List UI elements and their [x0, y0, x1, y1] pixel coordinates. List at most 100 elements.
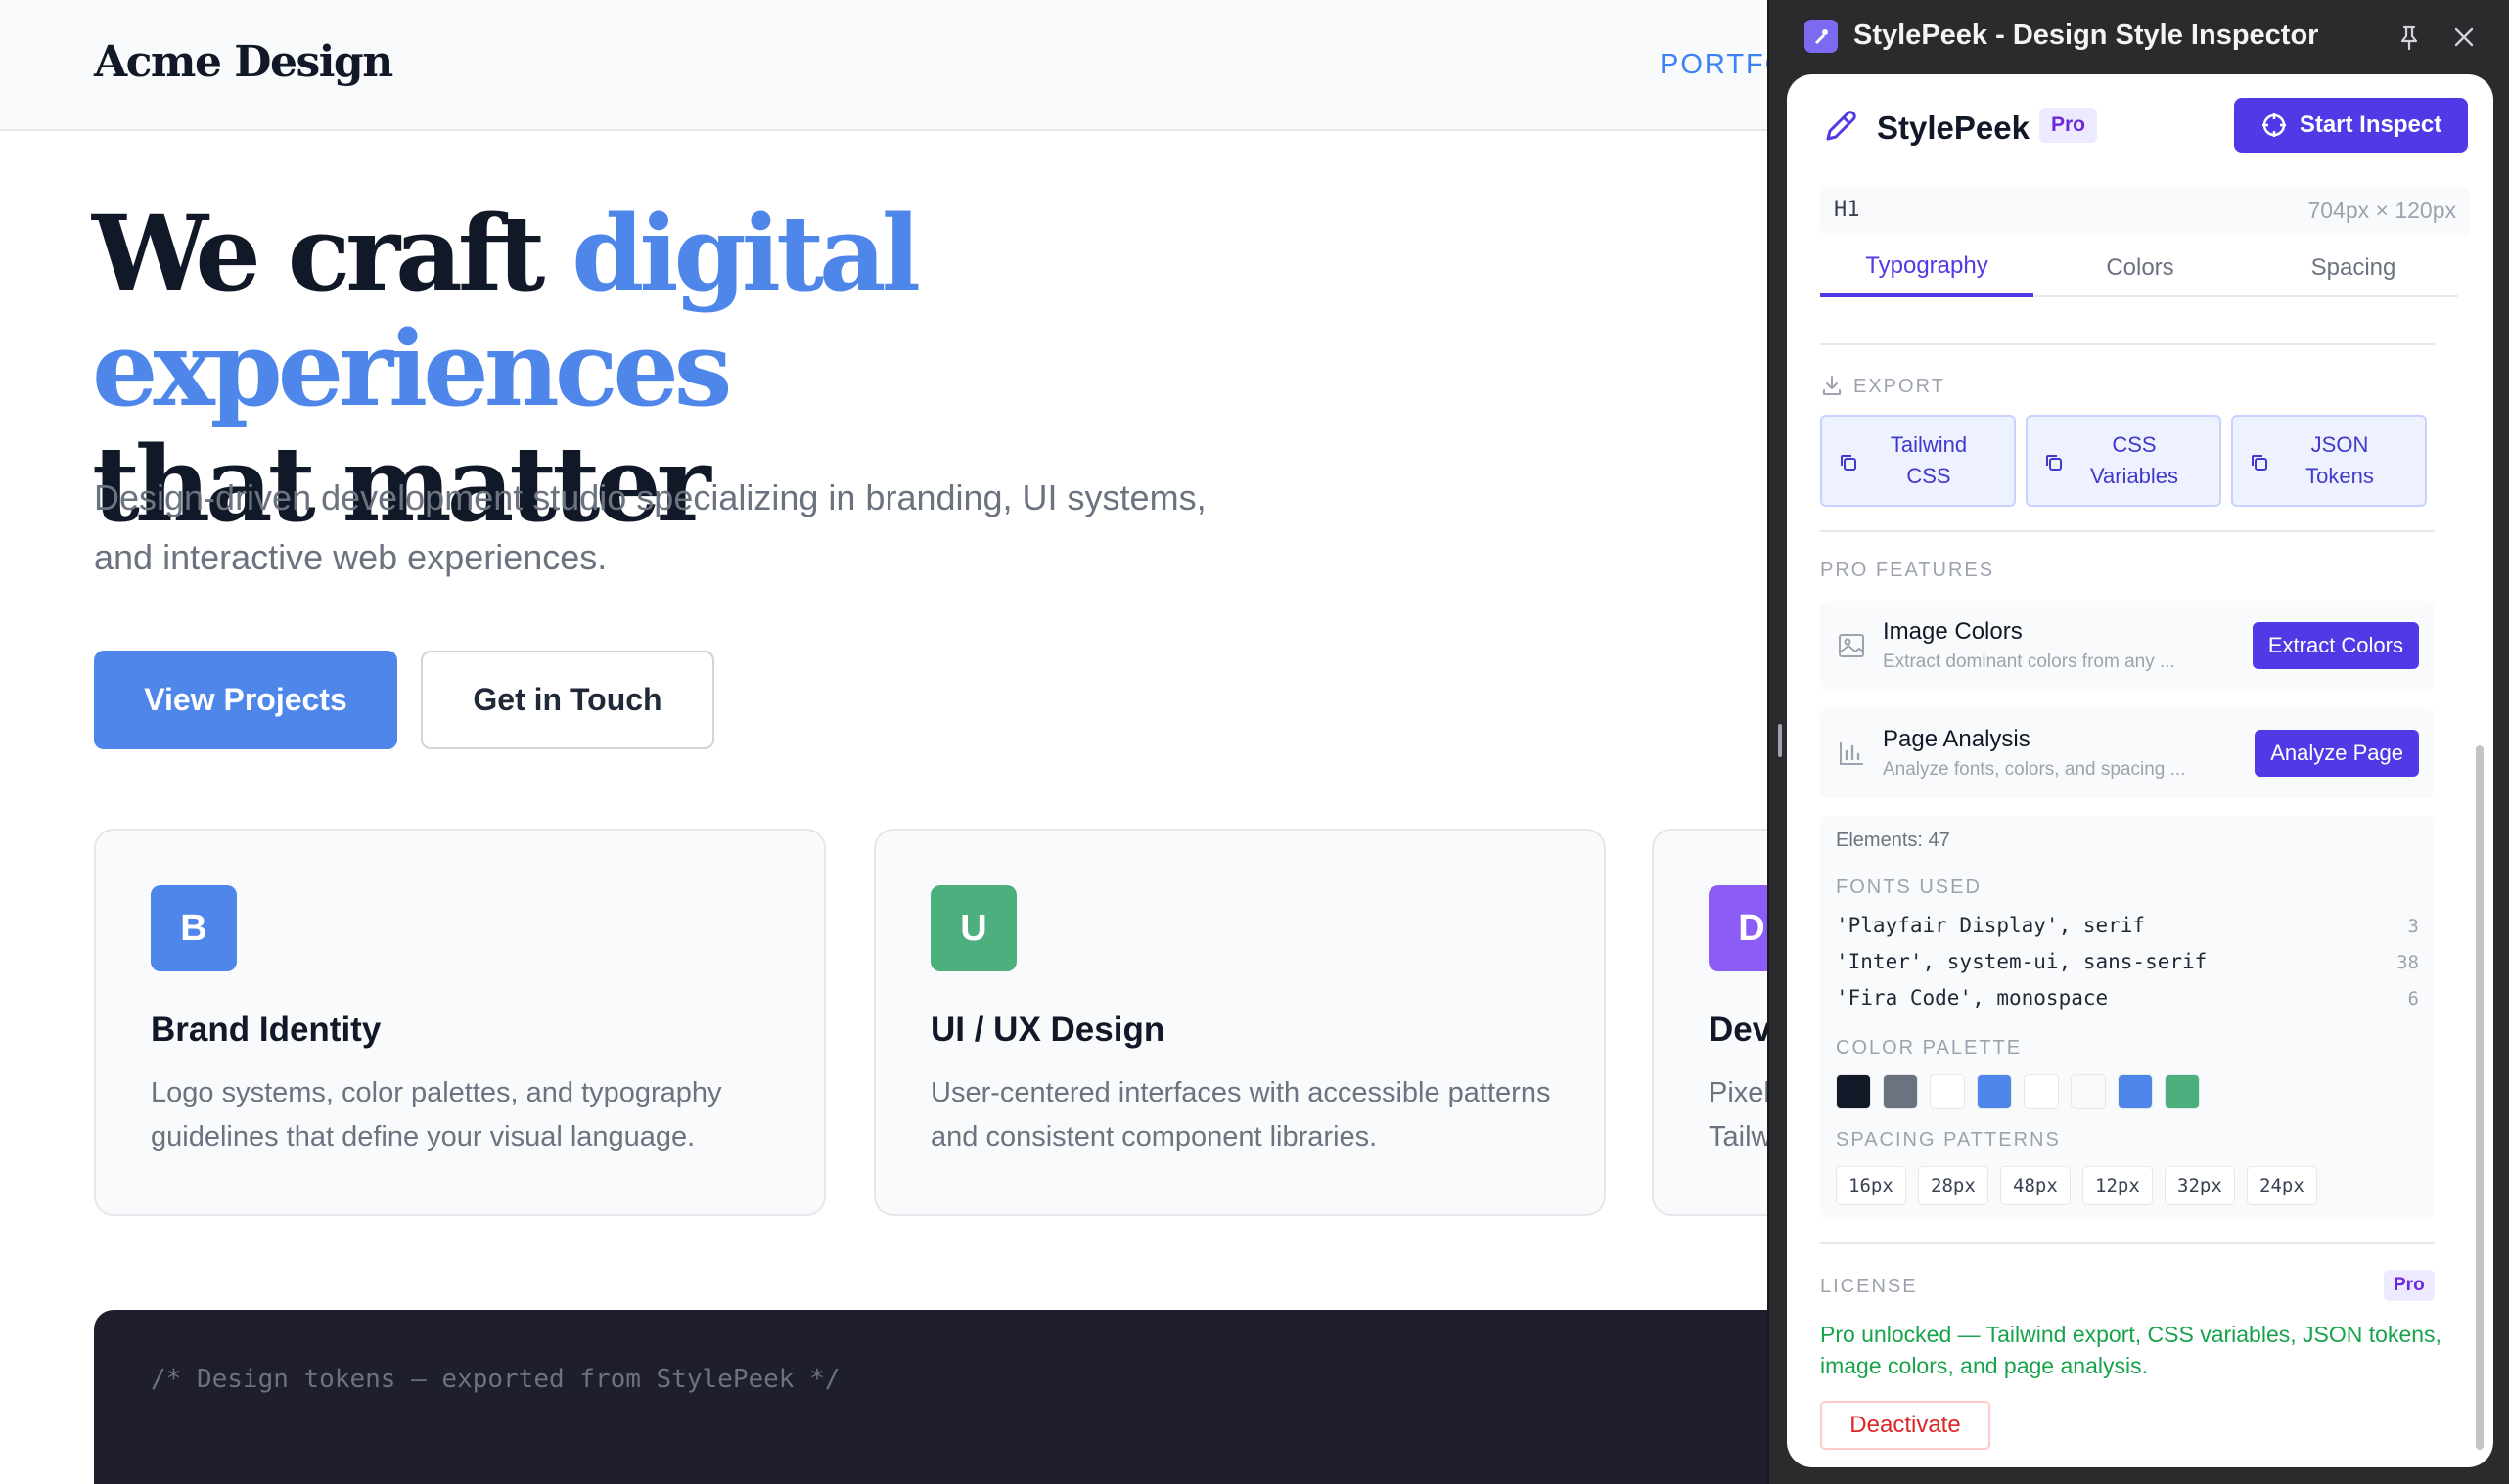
extension-window: StylePeek - Design Style Inspector Style… [1767, 0, 2509, 1484]
site-header: Acme Design PORTFO [0, 0, 1767, 131]
view-projects-button[interactable]: View Projects [94, 651, 397, 749]
export-tailwind-button[interactable]: Tailwind CSS [1820, 415, 2016, 507]
site-logo[interactable]: Acme Design [94, 37, 393, 87]
selected-size: 704px × 120px [2307, 198, 2456, 223]
pro-feature-image-colors: Image Colors Extract dominant colors fro… [1820, 601, 2435, 691]
copy-icon [1841, 455, 1856, 471]
export-css-variables-button[interactable]: CSS Variables [2026, 415, 2221, 507]
font-count: 6 [2407, 988, 2419, 1010]
export-json-tokens-button[interactable]: JSON Tokens [2231, 415, 2427, 507]
hero-title-part-1: We craft [92, 192, 545, 314]
card-description: Logo systems, color palettes, and typogr… [151, 1077, 722, 1152]
service-card-uiux[interactable]: U UI / UX Design User-centered interface… [874, 829, 1606, 1216]
spacing-chip[interactable]: 28px [1918, 1166, 1988, 1205]
extension-panel: StylePeek Pro Start Inspect H1 704px × 1… [1787, 74, 2493, 1467]
spacing-chip[interactable]: 32px [2165, 1166, 2235, 1205]
spacing-chip[interactable]: 24px [2247, 1166, 2317, 1205]
website: Acme Design PORTFO We craft digital expe… [0, 0, 1767, 1484]
license-status: Pro unlocked — Tailwind export, CSS vari… [1820, 1322, 2441, 1378]
pro-features-label: PRO FEATURES [1820, 560, 1995, 581]
export-tailwind-label: Tailwind CSS [1890, 432, 1968, 488]
export-css-label: CSS Variables [2089, 432, 2179, 488]
font-count: 38 [2396, 952, 2419, 973]
image-icon [1839, 634, 1864, 657]
inspector-tabs: Typography Colors Spacing [1820, 239, 2458, 297]
color-swatch[interactable] [2165, 1074, 2200, 1109]
export-json-label: JSON Tokens [2305, 432, 2374, 488]
code-comment: /* Design tokens — exported from StylePe… [151, 1365, 841, 1394]
service-card-brand[interactable]: B Brand Identity Logo systems, color pal… [94, 829, 826, 1216]
start-inspect-label: Start Inspect [2299, 112, 2442, 138]
export-section-label: EXPORT [1820, 374, 1945, 398]
color-swatch[interactable] [1836, 1074, 1871, 1109]
pro-feature-title: Page Analysis [1883, 726, 2030, 752]
font-row: 'Fira Code', monospace 6 [1836, 986, 2419, 1021]
close-icon[interactable] [2446, 20, 2482, 55]
window-title: StylePeek - Design Style Inspector [1853, 20, 2319, 51]
extract-colors-button[interactable]: Extract Colors [2252, 622, 2419, 669]
color-swatch[interactable] [2024, 1074, 2059, 1109]
page-analysis-results: Elements: 47 FONTS USED 'Playfair Displa… [1820, 816, 2435, 1219]
font-row: 'Inter', system-ui, sans-serif 38 [1836, 950, 2419, 985]
card-title: Brand Identity [151, 1011, 382, 1049]
crosshair-icon [2261, 113, 2286, 137]
copy-icon [2252, 455, 2267, 471]
card-title: Dev [1709, 1011, 1767, 1049]
uiux-card-icon: U [931, 885, 1017, 971]
elements-count: Elements: 47 [1836, 830, 1950, 851]
service-card-dev[interactable]: D Dev Pixel Tailw [1652, 829, 1767, 1216]
color-swatch[interactable] [1930, 1074, 1965, 1109]
card-description: Pixel Tailw [1709, 1077, 1767, 1152]
font-name: 'Playfair Display', serif [1836, 914, 2146, 937]
pro-feature-desc: Extract dominant colors from any ... [1883, 652, 2175, 672]
pro-badge: Pro [2039, 108, 2098, 143]
eyedropper-icon [1820, 106, 1861, 147]
panel-resize-handle[interactable] [1778, 724, 1782, 757]
color-swatch[interactable] [1977, 1074, 2012, 1109]
card-title: UI / UX Design [931, 1011, 1165, 1049]
tab-colors[interactable]: Colors [2033, 239, 2247, 297]
pro-feature-title: Image Colors [1883, 618, 2023, 645]
dev-card-icon: D [1709, 885, 1767, 971]
code-block: /* Design tokens — exported from StylePe… [94, 1310, 1767, 1484]
get-in-touch-button[interactable]: Get in Touch [421, 651, 714, 749]
spacing-patterns-label: SPACING PATTERNS [1836, 1129, 2061, 1150]
spacing-chip[interactable]: 12px [2082, 1166, 2153, 1205]
selected-element-bar: H1 704px × 120px [1820, 188, 2470, 235]
brand-card-icon: B [151, 885, 237, 971]
copy-icon [2046, 455, 2062, 471]
tab-typography[interactable]: Typography [1820, 239, 2033, 297]
license-badge: Pro [2384, 1270, 2435, 1301]
divider [1820, 530, 2435, 532]
scrollbar-thumb[interactable] [2476, 745, 2484, 1450]
font-row: 'Playfair Display', serif 3 [1836, 914, 2419, 949]
stylepeek-app-icon [1804, 20, 1838, 53]
nav-link-portfolio[interactable]: PORTFO [1660, 49, 1767, 81]
font-name: 'Fira Code', monospace [1836, 986, 2109, 1010]
selected-tag: H1 [1834, 198, 1860, 222]
brand-name: StylePeek [1877, 110, 2030, 146]
pin-icon[interactable] [2392, 20, 2427, 55]
spacing-chip[interactable]: 48px [2000, 1166, 2071, 1205]
divider [1820, 343, 2435, 345]
hero-subtitle: Design-driven development studio special… [94, 477, 1207, 577]
deactivate-button[interactable]: Deactivate [1820, 1401, 1990, 1450]
license-label: LICENSE [1820, 1276, 1918, 1297]
start-inspect-button[interactable]: Start Inspect [2234, 98, 2468, 153]
color-swatch[interactable] [2071, 1074, 2106, 1109]
pro-feature-desc: Analyze fonts, colors, and spacing ... [1883, 759, 2186, 780]
font-name: 'Inter', system-ui, sans-serif [1836, 950, 2208, 973]
tab-spacing[interactable]: Spacing [2247, 239, 2460, 297]
card-description: User-centered interfaces with accessible… [931, 1077, 1551, 1152]
download-icon [1823, 376, 1841, 395]
pro-feature-page-analysis: Page Analysis Analyze fonts, colors, and… [1820, 708, 2435, 798]
export-label-text: EXPORT [1853, 376, 1945, 397]
extension-titlebar: StylePeek - Design Style Inspector [1769, 0, 2509, 72]
color-swatch[interactable] [2118, 1074, 2153, 1109]
color-swatch[interactable] [1883, 1074, 1918, 1109]
divider [1820, 1242, 2435, 1244]
spacing-chip[interactable]: 16px [1836, 1166, 1906, 1205]
analyze-page-button[interactable]: Analyze Page [2255, 730, 2419, 777]
scrollbar[interactable] [2474, 677, 2487, 1458]
font-count: 3 [2407, 916, 2419, 937]
